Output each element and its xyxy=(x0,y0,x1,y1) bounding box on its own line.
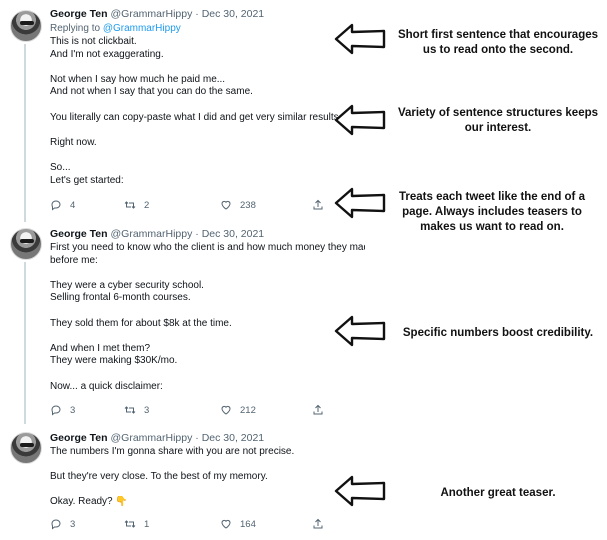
thread-line xyxy=(24,44,26,222)
annotation-short-first-sentence: Short first sentence that encourages us … xyxy=(397,29,599,56)
share-icon xyxy=(313,199,323,210)
share-icon xyxy=(313,404,323,415)
annotation-specific-numbers: Specific numbers boost credibility. xyxy=(402,327,594,339)
tweet-line: Now... a quick disclaimer: xyxy=(50,380,163,392)
separator-dot: · xyxy=(195,8,199,20)
author-handle[interactable]: @GrammarHippy xyxy=(111,432,193,444)
author-name[interactable]: George Ten xyxy=(50,8,108,20)
annotation-teasers: Treats each tweet like the end of a page… xyxy=(399,191,585,233)
author-name[interactable]: George Ten xyxy=(50,228,108,240)
tweet-date[interactable]: Dec 30, 2021 xyxy=(202,432,264,444)
like-count: 164 xyxy=(240,518,256,530)
tweet-actions: 3 3 212 xyxy=(50,404,340,418)
replying-to-label: Replying to xyxy=(50,23,101,34)
like-icon xyxy=(221,519,231,529)
annotation-another-teaser: Another great teaser. xyxy=(440,487,556,499)
tweet-line: They were making $30K/mo. xyxy=(50,355,178,367)
thread-line xyxy=(24,262,26,424)
tweet-date[interactable]: Dec 30, 2021 xyxy=(202,8,264,20)
tweet-line: They were a cyber security school. xyxy=(50,279,204,291)
reply-button[interactable]: 3 xyxy=(50,518,75,530)
reply-button[interactable]: 4 xyxy=(50,199,75,211)
retweet-icon xyxy=(124,406,136,414)
tweet-line: Okay. Ready? 👇 xyxy=(50,496,128,508)
reply-count: 4 xyxy=(70,199,76,211)
share-icon xyxy=(313,518,323,529)
like-button[interactable]: 238 xyxy=(220,199,256,211)
reply-count: 3 xyxy=(70,404,76,416)
share-button[interactable] xyxy=(312,199,324,211)
hand-drawn-arrow-icon xyxy=(334,23,386,55)
tweet-line: Let's get started: xyxy=(50,174,124,186)
tweet-line: The numbers I'm gonna share with you are… xyxy=(50,446,295,457)
reply-icon xyxy=(51,200,61,211)
tweet-line: And I'm not exaggerating. xyxy=(50,48,164,60)
hand-drawn-arrow-icon xyxy=(334,315,386,347)
tweet-header: George Ten @GrammarHippy · Dec 30, 2021 xyxy=(50,228,264,241)
tweet-line: before me: xyxy=(50,254,98,266)
reply-icon xyxy=(51,519,61,530)
avatar[interactable] xyxy=(10,228,42,260)
tweet-line: Right now. xyxy=(50,136,97,148)
reply-icon xyxy=(51,405,61,416)
tweet-line: Selling frontal 6-month courses. xyxy=(50,292,191,304)
author-name[interactable]: George Ten xyxy=(50,432,108,444)
retweet-button[interactable]: 3 xyxy=(124,404,149,416)
share-button[interactable] xyxy=(312,518,324,530)
tweet-actions: 4 2 238 xyxy=(50,199,340,213)
tweet-body: The numbers I'm gonna share with you are… xyxy=(50,446,365,509)
hand-drawn-arrow-icon xyxy=(334,475,386,507)
tweet-line: But they're very close. To the best of m… xyxy=(50,471,268,483)
like-button[interactable]: 164 xyxy=(220,518,256,530)
author-handle[interactable]: @GrammarHippy xyxy=(111,8,193,20)
tweet-date[interactable]: Dec 30, 2021 xyxy=(202,228,264,240)
author-handle[interactable]: @GrammarHippy xyxy=(111,228,193,240)
tweet-actions: 3 1 164 xyxy=(50,518,340,532)
tweet-line: Not when I say how much he paid me... xyxy=(50,73,226,85)
retweet-icon xyxy=(124,201,136,209)
hand-drawn-arrow-icon xyxy=(334,104,386,136)
tweet-header: George Ten @GrammarHippy · Dec 30, 2021 xyxy=(50,8,264,21)
tweet-line: And not when I say that you can do the s… xyxy=(50,86,253,98)
reply-count: 3 xyxy=(70,518,76,530)
hand-drawn-arrow-icon xyxy=(334,187,386,219)
replying-to: Replying to @GrammarHippy xyxy=(50,22,181,35)
retweet-count: 3 xyxy=(144,404,150,416)
reply-button[interactable]: 3 xyxy=(50,404,75,416)
separator-dot: · xyxy=(195,228,199,240)
tweet-line: They sold them for about $8k at the time… xyxy=(50,317,232,329)
replying-to-link[interactable]: @GrammarHippy xyxy=(103,23,181,34)
tweet-line: This is not clickbait. xyxy=(50,36,137,47)
retweet-count: 1 xyxy=(144,518,150,530)
like-button[interactable]: 212 xyxy=(220,404,256,416)
tweet-body: First you need to know who the client is… xyxy=(50,242,365,393)
share-button[interactable] xyxy=(312,404,324,416)
tweet-line: You literally can copy-paste what I did … xyxy=(50,111,342,123)
tweet-line: And when I met them? xyxy=(50,342,151,354)
like-icon xyxy=(221,405,231,415)
like-icon xyxy=(221,200,231,210)
retweet-button[interactable]: 1 xyxy=(124,518,149,530)
annotation-sentence-variety: Variety of sentence structures keeps our… xyxy=(397,107,599,134)
tweet-header: George Ten @GrammarHippy · Dec 30, 2021 xyxy=(50,432,264,445)
retweet-count: 2 xyxy=(144,199,150,211)
retweet-icon xyxy=(124,520,136,528)
tweet-line: So... xyxy=(50,161,71,173)
like-count: 212 xyxy=(240,404,256,416)
avatar[interactable] xyxy=(10,432,42,464)
separator-dot: · xyxy=(195,432,199,444)
tweet-body: This is not clickbait. And I'm not exagg… xyxy=(50,36,365,187)
retweet-button[interactable]: 2 xyxy=(124,199,149,211)
like-count: 238 xyxy=(240,199,256,211)
avatar[interactable] xyxy=(10,10,42,42)
tweet-line: First you need to know who the client is… xyxy=(50,242,365,253)
